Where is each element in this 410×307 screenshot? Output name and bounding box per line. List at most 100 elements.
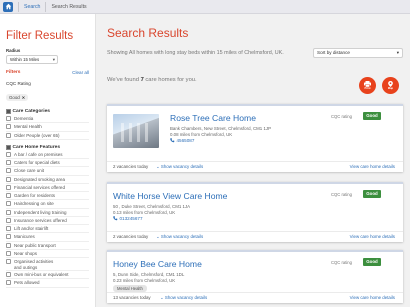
checkbox[interactable] (6, 151, 11, 157)
checkbox[interactable] (6, 160, 11, 166)
breadcrumb-divider (18, 1, 19, 12)
vacancy-count: 2 vacancies today (113, 234, 149, 239)
home-icon[interactable] (3, 1, 13, 12)
category-tag: Mental Health (113, 285, 147, 292)
radius-select[interactable]: Within 15 Miles ▾ (6, 55, 58, 64)
clear-all-link[interactable]: Clear all (72, 70, 89, 75)
breadcrumb-divider (45, 1, 47, 12)
care-home-name-link[interactable]: Rose Tree Care Home (170, 113, 256, 123)
radius-value: Within 15 Miles (10, 57, 40, 62)
checkbox[interactable] (6, 217, 11, 223)
checkbox[interactable] (6, 209, 11, 215)
checkbox[interactable] (6, 176, 11, 182)
filter-item[interactable]: Mental Health (6, 123, 89, 132)
filter-item[interactable]: Organised activities and outings (6, 258, 89, 271)
filter-item[interactable]: Near shops (6, 250, 89, 258)
filter-item-label: Financial services offered (14, 184, 65, 190)
filter-item[interactable]: Hairdressing on site (6, 200, 89, 209)
cqc-rating-heading: CQC Rating (6, 81, 31, 86)
filter-item[interactable]: Financial services offered (6, 184, 89, 192)
filter-item[interactable]: Older People (over 65) (6, 132, 89, 140)
filter-item[interactable]: Garden for residents (6, 192, 89, 201)
checkbox[interactable] (6, 280, 11, 286)
phone-link[interactable]: 013245677 (113, 216, 143, 221)
view-details-link[interactable]: View care home details (350, 162, 395, 172)
checkbox[interactable] (6, 168, 11, 174)
found-prefix: We've found (107, 77, 141, 83)
checkbox[interactable] (6, 226, 11, 232)
checkbox[interactable] (6, 193, 11, 199)
radius-label: Radius (6, 48, 21, 53)
filter-item[interactable]: Dementia (6, 115, 89, 124)
checkbox[interactable] (6, 234, 11, 240)
filter-item-label: Garden for residents (14, 193, 56, 199)
card-footer: 2 vacancies today ⌄ Show vacancy details… (107, 231, 403, 242)
checkbox[interactable] (6, 250, 11, 256)
checkbox[interactable] (6, 184, 11, 190)
printer-icon (364, 80, 371, 87)
checkbox[interactable] (6, 124, 11, 130)
rating-badge: Good (363, 258, 381, 266)
filter-item-label: Hairdressing on site (14, 201, 54, 207)
filter-title: Filter Results (6, 30, 74, 42)
cqc-rating-label: CQC rating (331, 114, 352, 119)
checkbox[interactable] (6, 242, 11, 248)
filter-item[interactable]: Close care unit (6, 167, 89, 176)
collapse-checkbox-icon (6, 109, 11, 114)
chevron-down-icon: ▾ (52, 57, 55, 62)
care-home-name-link[interactable]: Honey Bee Care Home (113, 259, 202, 269)
close-icon[interactable]: ✕ (22, 95, 26, 100)
filter-item-label: Insurance services offered (14, 217, 67, 223)
breadcrumb: Search Search Results (0, 0, 410, 14)
filter-item[interactable]: Independent living training (6, 209, 89, 217)
print-button[interactable]: Print (359, 77, 376, 94)
view-details-link[interactable]: View care home details (350, 232, 395, 242)
show-vacancy-link[interactable]: ⌄ Show vacancy details (156, 232, 203, 242)
cqc-good-chip[interactable]: Good ✕ (6, 94, 29, 101)
filters-heading: Filters (6, 70, 21, 75)
cqc-rating-label: CQC rating (331, 260, 352, 265)
found-suffix: care homes for you. (143, 77, 197, 83)
show-vacancy-link[interactable]: ⌄ Show vacancy details (160, 293, 207, 303)
care-home-name-link[interactable]: White Horse View Care Home (113, 191, 227, 201)
card-footer: 13 vacancies today ⌄ Show vacancy detail… (107, 292, 403, 303)
filter-item[interactable]: Insurance services offered (6, 217, 89, 225)
phone-number: 4565087 (176, 138, 195, 143)
show-vacancy-link[interactable]: ⌄ Show vacancy details (156, 162, 203, 172)
chevron-down-icon: ⌄ (160, 295, 164, 300)
chevron-down-icon: ⌄ (156, 234, 160, 239)
view-details-link[interactable]: View care home details (350, 293, 395, 303)
breadcrumb-current: Search Results (51, 3, 87, 10)
filter-item[interactable]: Own mini-bus or equivalent (6, 271, 89, 280)
filter-item-label: Dementia (14, 116, 34, 122)
sort-value: Sort by distance (317, 50, 350, 55)
filter-item[interactable]: Designated smoking area (6, 176, 89, 184)
phone-icon (170, 138, 175, 143)
filter-item[interactable]: Lift and/or stairlift (6, 225, 89, 234)
results-count: We've found 7 care homes for you. (107, 77, 197, 83)
filter-item-label: Organised activities and outings (14, 259, 54, 270)
filter-item[interactable]: A bar / cafe on premises (6, 151, 89, 159)
filter-sidebar: Filter Results Radius Within 15 Miles ▾ … (0, 14, 96, 307)
filter-item-label: A bar / cafe on premises (14, 151, 63, 157)
filter-item[interactable]: Caters for special diets (6, 159, 89, 168)
checkbox[interactable] (6, 132, 11, 138)
sort-select[interactable]: Sort by distance ▾ (313, 48, 403, 58)
checkbox[interactable] (6, 201, 11, 207)
checkbox[interactable] (6, 259, 11, 264)
print-label: Print (364, 87, 371, 91)
map-button[interactable]: Map (382, 77, 399, 94)
filter-item-label: Independent living training (14, 209, 67, 215)
care-home-photo[interactable] (113, 114, 159, 148)
breadcrumb-search-link[interactable]: Search (24, 4, 40, 10)
checkbox[interactable] (6, 116, 11, 122)
phone-link[interactable]: 4565087 (170, 138, 194, 143)
filter-item[interactable]: Near public transport (6, 242, 89, 250)
care-categories-heading[interactable]: Care Categories (6, 108, 89, 115)
filter-item[interactable]: Pets allowed (6, 279, 89, 288)
results-main: Search Results Showing All homes with lo… (97, 14, 410, 307)
filter-item[interactable]: Manicures (6, 233, 89, 242)
checkbox[interactable] (6, 272, 11, 278)
filter-item-label: Near shops (14, 250, 38, 256)
care-home-features-heading[interactable]: Care Home Features (6, 144, 89, 151)
